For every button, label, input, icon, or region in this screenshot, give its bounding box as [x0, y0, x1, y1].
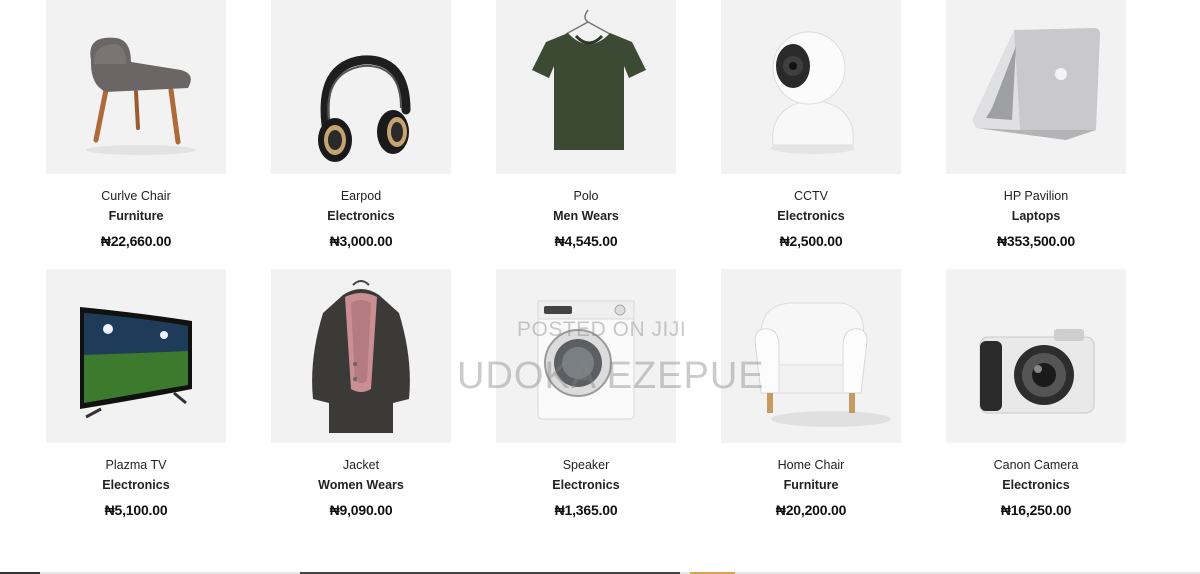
product-image[interactable] — [946, 269, 1126, 443]
product-name[interactable]: HP Pavilion — [946, 188, 1126, 204]
product-name[interactable]: Home Chair — [721, 457, 901, 473]
product-card[interactable]: Earpod Electronics ₦3,000.00 — [271, 0, 451, 249]
product-name[interactable]: Plazma TV — [46, 457, 226, 473]
product-price: ₦16,250.00 — [1000, 502, 1072, 518]
camera-icon — [979, 329, 1095, 414]
product-card[interactable]: Jacket Women Wears ₦9,090.00 — [271, 269, 451, 518]
product-category: Electronics — [327, 209, 395, 223]
product-card[interactable]: Curlve Chair Furniture ₦22,660.00 — [46, 0, 226, 249]
product-card[interactable]: Polo Men Wears ₦4,545.00 — [496, 0, 676, 249]
product-category: Furniture — [783, 478, 839, 492]
washing-machine-icon — [537, 300, 635, 420]
product-image[interactable] — [721, 269, 901, 443]
product-price: ₦353,500.00 — [997, 233, 1075, 249]
product-image[interactable] — [271, 269, 451, 443]
product-category: Laptops — [1011, 209, 1061, 223]
product-image[interactable] — [46, 269, 226, 443]
product-card[interactable]: CCTV Electronics ₦2,500.00 — [721, 0, 901, 249]
product-price: ₦22,660.00 — [100, 233, 172, 249]
product-price: ₦3,000.00 — [329, 233, 393, 249]
product-price: ₦9,090.00 — [329, 502, 393, 518]
product-category: Electronics — [1002, 478, 1070, 492]
television-icon — [80, 307, 192, 419]
product-category: Furniture — [108, 209, 164, 223]
product-image[interactable] — [46, 0, 226, 174]
headphones-icon — [318, 55, 411, 162]
product-price: ₦1,365.00 — [554, 502, 618, 518]
t-shirt-icon — [532, 9, 646, 150]
product-name[interactable]: Polo — [496, 188, 676, 204]
product-category: Electronics — [552, 478, 620, 492]
product-image[interactable] — [721, 0, 901, 174]
jacket-icon — [312, 280, 410, 433]
product-price: ₦4,545.00 — [554, 233, 618, 249]
product-image[interactable] — [496, 0, 676, 174]
product-name[interactable]: CCTV — [721, 188, 901, 204]
product-card[interactable]: Home Chair Furniture ₦20,200.00 — [721, 269, 901, 518]
product-price: ₦20,200.00 — [775, 502, 847, 518]
product-card[interactable]: Canon Camera Electronics ₦16,250.00 — [946, 269, 1126, 518]
product-image[interactable] — [946, 0, 1126, 174]
product-card[interactable]: Plazma TV Electronics ₦5,100.00 — [46, 269, 226, 518]
product-category: Women Wears — [318, 478, 404, 492]
product-price: ₦2,500.00 — [779, 233, 843, 249]
laptop-icon — [972, 28, 1100, 140]
lounge-chair-icon — [86, 37, 196, 155]
product-category: Men Wears — [553, 209, 619, 223]
armchair-icon — [754, 302, 891, 427]
product-card[interactable]: Speaker Electronics ₦1,365.00 — [496, 269, 676, 518]
product-name[interactable]: Jacket — [271, 457, 451, 473]
product-category: Electronics — [102, 478, 170, 492]
product-name[interactable]: Curlve Chair — [46, 188, 226, 204]
product-image[interactable] — [271, 0, 451, 174]
product-name[interactable]: Earpod — [271, 188, 451, 204]
product-image[interactable] — [496, 269, 676, 443]
product-category: Electronics — [777, 209, 845, 223]
product-name[interactable]: Speaker — [496, 457, 676, 473]
product-name[interactable]: Canon Camera — [946, 457, 1126, 473]
security-camera-icon — [771, 31, 855, 154]
product-card[interactable]: HP Pavilion Laptops ₦353,500.00 — [946, 0, 1126, 249]
product-price: ₦5,100.00 — [104, 502, 168, 518]
